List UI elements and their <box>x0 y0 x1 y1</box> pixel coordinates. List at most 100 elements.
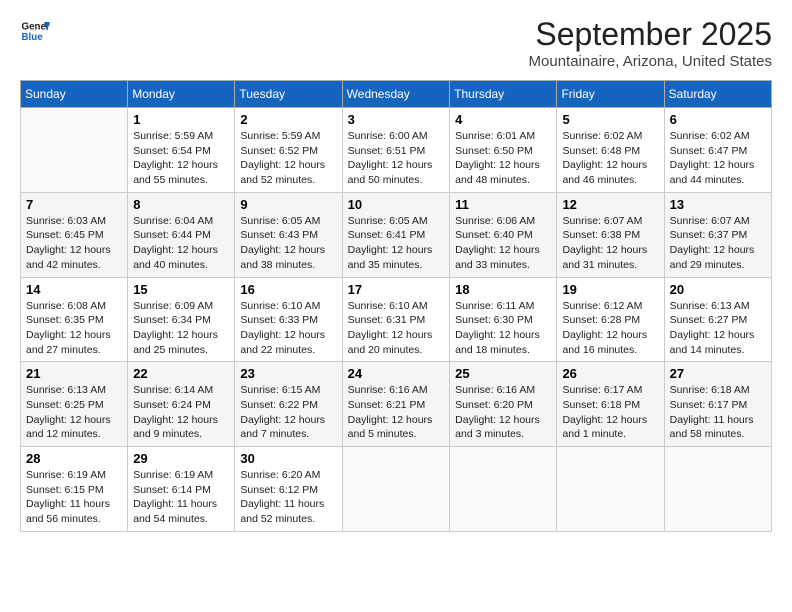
calendar-cell: 11 Sunrise: 6:06 AMSunset: 6:40 PMDaylig… <box>450 192 557 277</box>
day-number: 22 <box>133 366 229 381</box>
calendar-cell <box>664 447 771 532</box>
day-info: Sunrise: 6:02 AMSunset: 6:47 PMDaylight:… <box>670 130 755 186</box>
day-number: 27 <box>670 366 766 381</box>
day-number: 24 <box>348 366 444 381</box>
day-number: 12 <box>562 197 658 212</box>
day-info: Sunrise: 6:19 AMSunset: 6:14 PMDaylight:… <box>133 469 217 525</box>
day-info: Sunrise: 6:15 AMSunset: 6:22 PMDaylight:… <box>240 384 325 440</box>
day-info: Sunrise: 6:16 AMSunset: 6:20 PMDaylight:… <box>455 384 540 440</box>
calendar-table: SundayMondayTuesdayWednesdayThursdayFrid… <box>20 80 772 532</box>
day-number: 3 <box>348 112 444 127</box>
calendar-cell: 14 Sunrise: 6:08 AMSunset: 6:35 PMDaylig… <box>21 277 128 362</box>
calendar-cell: 28 Sunrise: 6:19 AMSunset: 6:15 PMDaylig… <box>21 447 128 532</box>
day-info: Sunrise: 6:13 AMSunset: 6:27 PMDaylight:… <box>670 300 755 356</box>
title-block: September 2025 Mountainaire, Arizona, Un… <box>529 16 772 70</box>
day-info: Sunrise: 6:07 AMSunset: 6:38 PMDaylight:… <box>562 215 647 271</box>
weekday-header-friday: Friday <box>557 81 664 108</box>
day-number: 6 <box>670 112 766 127</box>
calendar-cell: 10 Sunrise: 6:05 AMSunset: 6:41 PMDaylig… <box>342 192 449 277</box>
calendar-cell: 22 Sunrise: 6:14 AMSunset: 6:24 PMDaylig… <box>128 362 235 447</box>
day-info: Sunrise: 6:09 AMSunset: 6:34 PMDaylight:… <box>133 300 218 356</box>
day-number: 14 <box>26 282 122 297</box>
day-info: Sunrise: 6:04 AMSunset: 6:44 PMDaylight:… <box>133 215 218 271</box>
calendar-cell: 13 Sunrise: 6:07 AMSunset: 6:37 PMDaylig… <box>664 192 771 277</box>
day-number: 9 <box>240 197 336 212</box>
calendar-week-row: 28 Sunrise: 6:19 AMSunset: 6:15 PMDaylig… <box>21 447 772 532</box>
calendar-cell: 25 Sunrise: 6:16 AMSunset: 6:20 PMDaylig… <box>450 362 557 447</box>
month-title: September 2025 <box>529 16 772 53</box>
day-number: 16 <box>240 282 336 297</box>
weekday-header-saturday: Saturday <box>664 81 771 108</box>
calendar-cell: 2 Sunrise: 5:59 AMSunset: 6:52 PMDayligh… <box>235 108 342 193</box>
calendar-week-row: 1 Sunrise: 5:59 AMSunset: 6:54 PMDayligh… <box>21 108 772 193</box>
day-info: Sunrise: 6:17 AMSunset: 6:18 PMDaylight:… <box>562 384 647 440</box>
day-info: Sunrise: 6:06 AMSunset: 6:40 PMDaylight:… <box>455 215 540 271</box>
day-info: Sunrise: 6:12 AMSunset: 6:28 PMDaylight:… <box>562 300 647 356</box>
day-info: Sunrise: 6:18 AMSunset: 6:17 PMDaylight:… <box>670 384 754 440</box>
calendar-week-row: 21 Sunrise: 6:13 AMSunset: 6:25 PMDaylig… <box>21 362 772 447</box>
logo: General Blue <box>20 16 50 46</box>
day-info: Sunrise: 6:03 AMSunset: 6:45 PMDaylight:… <box>26 215 111 271</box>
day-info: Sunrise: 5:59 AMSunset: 6:54 PMDaylight:… <box>133 130 218 186</box>
day-number: 29 <box>133 451 229 466</box>
calendar-cell: 4 Sunrise: 6:01 AMSunset: 6:50 PMDayligh… <box>450 108 557 193</box>
weekday-header-sunday: Sunday <box>21 81 128 108</box>
location-title: Mountainaire, Arizona, United States <box>529 53 772 70</box>
day-info: Sunrise: 6:10 AMSunset: 6:31 PMDaylight:… <box>348 300 433 356</box>
calendar-cell: 23 Sunrise: 6:15 AMSunset: 6:22 PMDaylig… <box>235 362 342 447</box>
calendar-cell: 3 Sunrise: 6:00 AMSunset: 6:51 PMDayligh… <box>342 108 449 193</box>
day-number: 21 <box>26 366 122 381</box>
day-number: 15 <box>133 282 229 297</box>
calendar-cell: 6 Sunrise: 6:02 AMSunset: 6:47 PMDayligh… <box>664 108 771 193</box>
logo-icon: General Blue <box>20 16 50 46</box>
day-number: 20 <box>670 282 766 297</box>
day-info: Sunrise: 6:13 AMSunset: 6:25 PMDaylight:… <box>26 384 111 440</box>
day-number: 26 <box>562 366 658 381</box>
day-number: 23 <box>240 366 336 381</box>
day-info: Sunrise: 6:05 AMSunset: 6:41 PMDaylight:… <box>348 215 433 271</box>
day-number: 10 <box>348 197 444 212</box>
calendar-cell <box>21 108 128 193</box>
calendar-cell: 30 Sunrise: 6:20 AMSunset: 6:12 PMDaylig… <box>235 447 342 532</box>
calendar-cell: 26 Sunrise: 6:17 AMSunset: 6:18 PMDaylig… <box>557 362 664 447</box>
day-info: Sunrise: 6:10 AMSunset: 6:33 PMDaylight:… <box>240 300 325 356</box>
day-number: 13 <box>670 197 766 212</box>
calendar-cell: 21 Sunrise: 6:13 AMSunset: 6:25 PMDaylig… <box>21 362 128 447</box>
day-number: 28 <box>26 451 122 466</box>
calendar-cell <box>450 447 557 532</box>
day-number: 5 <box>562 112 658 127</box>
day-number: 30 <box>240 451 336 466</box>
day-info: Sunrise: 6:16 AMSunset: 6:21 PMDaylight:… <box>348 384 433 440</box>
calendar-cell: 15 Sunrise: 6:09 AMSunset: 6:34 PMDaylig… <box>128 277 235 362</box>
day-info: Sunrise: 6:14 AMSunset: 6:24 PMDaylight:… <box>133 384 218 440</box>
calendar-cell: 19 Sunrise: 6:12 AMSunset: 6:28 PMDaylig… <box>557 277 664 362</box>
calendar-cell: 20 Sunrise: 6:13 AMSunset: 6:27 PMDaylig… <box>664 277 771 362</box>
day-number: 8 <box>133 197 229 212</box>
day-number: 25 <box>455 366 551 381</box>
day-number: 19 <box>562 282 658 297</box>
weekday-header-tuesday: Tuesday <box>235 81 342 108</box>
weekday-header-thursday: Thursday <box>450 81 557 108</box>
day-info: Sunrise: 6:07 AMSunset: 6:37 PMDaylight:… <box>670 215 755 271</box>
day-number: 11 <box>455 197 551 212</box>
svg-text:Blue: Blue <box>22 32 44 43</box>
day-number: 4 <box>455 112 551 127</box>
day-number: 1 <box>133 112 229 127</box>
calendar-cell: 17 Sunrise: 6:10 AMSunset: 6:31 PMDaylig… <box>342 277 449 362</box>
calendar-cell: 12 Sunrise: 6:07 AMSunset: 6:38 PMDaylig… <box>557 192 664 277</box>
day-info: Sunrise: 6:19 AMSunset: 6:15 PMDaylight:… <box>26 469 110 525</box>
weekday-header-monday: Monday <box>128 81 235 108</box>
day-number: 7 <box>26 197 122 212</box>
calendar-cell: 1 Sunrise: 5:59 AMSunset: 6:54 PMDayligh… <box>128 108 235 193</box>
calendar-cell: 29 Sunrise: 6:19 AMSunset: 6:14 PMDaylig… <box>128 447 235 532</box>
weekday-header-wednesday: Wednesday <box>342 81 449 108</box>
calendar-week-row: 7 Sunrise: 6:03 AMSunset: 6:45 PMDayligh… <box>21 192 772 277</box>
day-number: 18 <box>455 282 551 297</box>
calendar-cell <box>557 447 664 532</box>
calendar-cell: 7 Sunrise: 6:03 AMSunset: 6:45 PMDayligh… <box>21 192 128 277</box>
day-info: Sunrise: 6:11 AMSunset: 6:30 PMDaylight:… <box>455 300 540 356</box>
calendar-cell: 27 Sunrise: 6:18 AMSunset: 6:17 PMDaylig… <box>664 362 771 447</box>
day-info: Sunrise: 6:00 AMSunset: 6:51 PMDaylight:… <box>348 130 433 186</box>
day-info: Sunrise: 6:08 AMSunset: 6:35 PMDaylight:… <box>26 300 111 356</box>
calendar-week-row: 14 Sunrise: 6:08 AMSunset: 6:35 PMDaylig… <box>21 277 772 362</box>
